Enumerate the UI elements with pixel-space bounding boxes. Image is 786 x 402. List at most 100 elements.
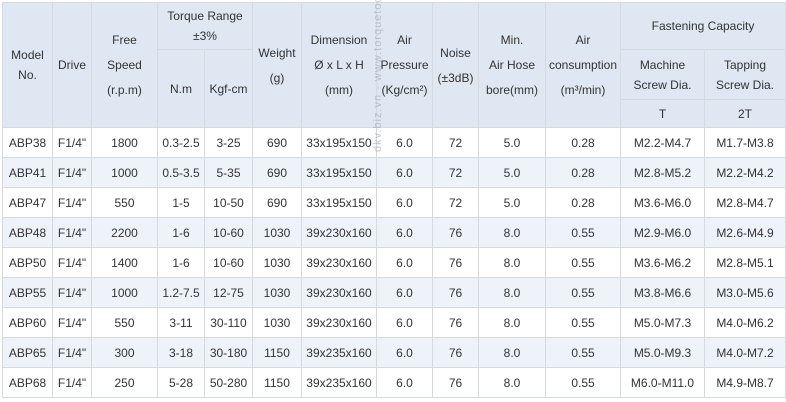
header-min-air-hose-line3: bore(mm) bbox=[485, 83, 538, 97]
cell-tapping-screw: M4.0-M7.2 bbox=[704, 337, 786, 368]
cell-free-speed: 550 bbox=[91, 187, 158, 218]
cell-model: ABP68 bbox=[2, 367, 53, 398]
cell-torque-nm: 1.2-7.5 bbox=[157, 277, 205, 308]
cell-machine-screw: M5.0-M7.3 bbox=[620, 307, 705, 338]
cell-air-pressure: 6.0 bbox=[376, 337, 433, 368]
header-torque-range: Torque Range ±3% bbox=[157, 2, 253, 50]
cell-machine-screw: M3.6-M6.0 bbox=[620, 187, 705, 218]
cell-machine-screw: M3.8-M6.6 bbox=[620, 277, 705, 308]
header-torque-range-line2: ±3% bbox=[193, 29, 217, 43]
cell-dimension: 39x230x160 bbox=[301, 307, 377, 338]
cell-dimension: 39x235x160 bbox=[301, 337, 377, 368]
table-body: ABP38 F1/4" 1800 0.3-2.5 3-25 690 33x195x150 6.… bbox=[2, 127, 786, 398]
cell-air-pressure: 6.0 bbox=[376, 277, 433, 308]
header-free-speed-line1: Free bbox=[112, 33, 137, 47]
cell-drive: F1/4" bbox=[52, 337, 92, 368]
cell-torque-nm: 0.3-2.5 bbox=[157, 127, 205, 158]
cell-air-consumption: 0.55 bbox=[545, 277, 621, 308]
cell-model: ABP38 bbox=[2, 127, 53, 158]
cell-torque-kgf: 30-180 bbox=[204, 337, 253, 368]
cell-free-speed: 1800 bbox=[91, 127, 158, 158]
cell-air-consumption: 0.55 bbox=[545, 217, 621, 248]
cell-noise: 72 bbox=[432, 127, 479, 158]
cell-drive: F1/4" bbox=[52, 247, 92, 278]
header-dimension-line1: Dimension bbox=[310, 33, 368, 47]
cell-torque-nm: 3-18 bbox=[157, 337, 205, 368]
cell-weight: 690 bbox=[252, 127, 302, 158]
cell-air-pressure: 6.0 bbox=[376, 187, 433, 218]
cell-torque-kgf: 10-50 bbox=[204, 187, 253, 218]
cell-model: ABP50 bbox=[2, 247, 53, 278]
cell-free-speed: 2200 bbox=[91, 217, 158, 248]
header-min-air-hose-line1: Min. bbox=[500, 33, 524, 47]
header-torque-kgf: Kgf-cm bbox=[204, 49, 253, 128]
cell-torque-kgf: 12-75 bbox=[204, 277, 253, 308]
cell-min-air-hose: 8.0 bbox=[478, 277, 546, 308]
cell-min-air-hose: 5.0 bbox=[478, 187, 546, 218]
cell-weight: 1150 bbox=[252, 337, 302, 368]
cell-free-speed: 550 bbox=[91, 307, 158, 338]
cell-min-air-hose: 8.0 bbox=[478, 337, 546, 368]
cell-noise: 72 bbox=[432, 157, 479, 188]
cell-weight: 1030 bbox=[252, 247, 302, 278]
table-row: ABP60 F1/4" 550 3-11 30-110 1030 39x230x160 6.0… bbox=[2, 307, 786, 338]
header-weight-line2: (g) bbox=[269, 70, 285, 85]
header-tapping-code: 2T bbox=[704, 99, 786, 128]
header-dimension-line2: Ø x L x H bbox=[314, 58, 364, 72]
cell-dimension: 33x195x150 bbox=[301, 127, 377, 158]
cell-tapping-screw: M1.7-M3.8 bbox=[704, 127, 786, 158]
header-air-pressure-line2: Pressure bbox=[380, 58, 429, 72]
cell-torque-kgf: 3-25 bbox=[204, 127, 253, 158]
cell-air-pressure: 6.0 bbox=[376, 367, 433, 398]
cell-free-speed: 250 bbox=[91, 367, 158, 398]
cell-noise: 76 bbox=[432, 337, 479, 368]
header-machine-screw: Machine Screw Dia. bbox=[620, 49, 705, 100]
cell-noise: 76 bbox=[432, 217, 479, 248]
cell-machine-screw: M2.8-M5.2 bbox=[620, 157, 705, 188]
header-machine-screw-line1: Machine bbox=[639, 57, 686, 72]
cell-free-speed: 300 bbox=[91, 337, 158, 368]
cell-torque-nm: 1-5 bbox=[157, 187, 205, 218]
header-weight-line1: Weight bbox=[258, 45, 296, 60]
cell-model: ABP47 bbox=[2, 187, 53, 218]
cell-torque-kgf: 10-60 bbox=[204, 217, 253, 248]
header-air-consumption-line1: Air bbox=[575, 33, 591, 47]
cell-air-consumption: 0.28 bbox=[545, 187, 621, 218]
header-air-consumption-line3: (m³/min) bbox=[560, 83, 606, 97]
cell-machine-screw: M5.0-M9.3 bbox=[620, 337, 705, 368]
header-noise: Noise (±3dB) bbox=[432, 2, 479, 128]
cell-torque-nm: 1-6 bbox=[157, 247, 205, 278]
cell-torque-kgf: 50-280 bbox=[204, 367, 253, 398]
cell-air-pressure: 6.0 bbox=[376, 157, 433, 188]
table-row: ABP55 F1/4" 1000 1.2-7.5 12-75 1030 39x230x160… bbox=[2, 277, 786, 308]
header-noise-line2: (±3dB) bbox=[437, 70, 474, 85]
header-machine-screw-line2: Screw Dia. bbox=[633, 77, 692, 92]
cell-drive: F1/4" bbox=[52, 307, 92, 338]
cell-torque-kgf: 30-110 bbox=[204, 307, 253, 338]
cell-torque-nm: 3-11 bbox=[157, 307, 205, 338]
header-air-pressure-line1: Air bbox=[397, 33, 412, 47]
cell-drive: F1/4" bbox=[52, 187, 92, 218]
cell-dimension: 33x195x150 bbox=[301, 157, 377, 188]
table-row: ABP48 F1/4" 2200 1-6 10-60 1030 39x230x160 6.0 7… bbox=[2, 217, 786, 248]
header-air-pressure: Air Pressure (Kg/cm²) bbox=[376, 2, 433, 128]
cell-model: ABP48 bbox=[2, 217, 53, 248]
cell-tapping-screw: M2.6-M4.9 bbox=[704, 217, 786, 248]
cell-free-speed: 1400 bbox=[91, 247, 158, 278]
cell-min-air-hose: 8.0 bbox=[478, 307, 546, 338]
cell-min-air-hose: 8.0 bbox=[478, 367, 546, 398]
table-row: ABP38 F1/4" 1800 0.3-2.5 3-25 690 33x195x150 6.… bbox=[2, 127, 786, 158]
header-torque-range-line1: Torque Range bbox=[167, 9, 243, 23]
cell-weight: 690 bbox=[252, 157, 302, 188]
cell-min-air-hose: 8.0 bbox=[478, 247, 546, 278]
cell-air-pressure: 6.0 bbox=[376, 307, 433, 338]
header-air-consumption-line2: consumption bbox=[548, 58, 618, 72]
header-noise-line1: Noise bbox=[440, 45, 471, 60]
cell-noise: 76 bbox=[432, 307, 479, 338]
cell-model: ABP41 bbox=[2, 157, 53, 188]
header-drive: Drive bbox=[52, 2, 92, 128]
cell-torque-kgf: 5-35 bbox=[204, 157, 253, 188]
cell-tapping-screw: M4.9-M8.7 bbox=[704, 367, 786, 398]
cell-noise: 76 bbox=[432, 277, 479, 308]
cell-weight: 1030 bbox=[252, 217, 302, 248]
